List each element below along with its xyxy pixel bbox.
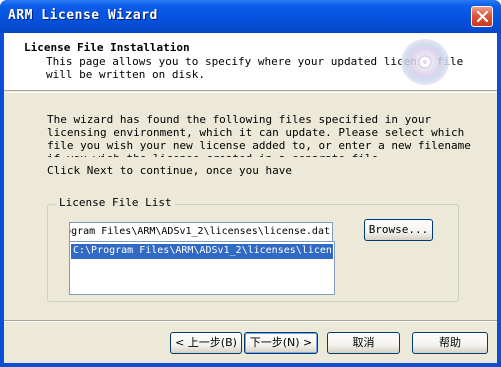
- cd-icon: [401, 39, 449, 85]
- header-divider: [4, 92, 497, 93]
- page-title: License File Installation: [24, 41, 190, 54]
- license-path-input[interactable]: C:\Program Files\ARM\ADSv1_2\licenses\li…: [69, 222, 333, 242]
- intro-text: The wizard has found the following files…: [47, 113, 471, 157]
- list-item-label: C:\Program Files\ARM\ADSv1_2\licenses\li…: [73, 245, 333, 256]
- help-button[interactable]: 帮助: [412, 332, 488, 354]
- window-title: ARM License Wizard: [8, 8, 158, 23]
- browse-button[interactable]: Browse...: [364, 219, 433, 241]
- wizard-header: License File Installation This page allo…: [4, 33, 497, 91]
- close-button[interactable]: [471, 6, 493, 27]
- footer-divider: [4, 320, 497, 322]
- wizard-client-area: License File Installation This page allo…: [4, 33, 497, 363]
- list-item[interactable]: C:\Program Files\ARM\ADSv1_2\licenses\li…: [71, 244, 333, 259]
- next-button[interactable]: 下一步(N) >: [244, 332, 318, 354]
- close-icon: [476, 10, 489, 23]
- license-file-listbox[interactable]: C:\Program Files\ARM\ADSv1_2\licenses\li…: [69, 241, 335, 295]
- title-bar[interactable]: ARM License Wizard: [0, 0, 501, 33]
- license-file-list-label: License File List: [56, 196, 175, 209]
- cancel-button[interactable]: 取消: [327, 332, 400, 354]
- wizard-window: ARM License Wizard License File Installa…: [0, 0, 501, 367]
- license-path-value: C:\Program Files\ARM\ADSv1_2\licenses\li…: [70, 226, 330, 237]
- continue-instruction: Click Next to continue, once you have: [47, 164, 293, 177]
- back-button[interactable]: < 上一步(B): [170, 332, 242, 354]
